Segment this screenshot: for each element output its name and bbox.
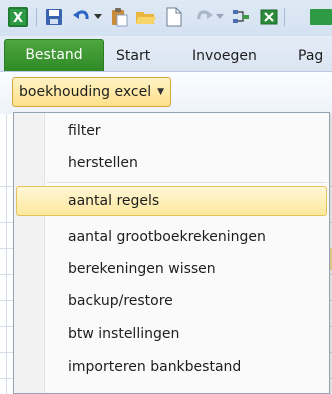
- save-icon[interactable]: [44, 6, 64, 28]
- boekhouding-excel-dropdown-menu: filter herstellen aantal regels aantal g…: [13, 112, 330, 394]
- menu-button-label: boekhouding excel: [19, 84, 152, 100]
- open-folder-icon[interactable]: [134, 6, 158, 28]
- menu-item-aantal-regels[interactable]: aantal regels: [16, 186, 327, 216]
- qat-separator: [284, 8, 285, 26]
- ribbon-tab-bar: Bestand Start Invoegen Pag: [0, 36, 332, 72]
- menu-item-aantal-grootboekrekeningen[interactable]: aantal grootboekrekeningen: [16, 222, 327, 252]
- menu-item-btw-instellingen[interactable]: btw instellingen: [16, 319, 327, 349]
- svg-text:X: X: [13, 11, 23, 26]
- tab-start[interactable]: Start: [116, 41, 150, 71]
- undo-icon[interactable]: [72, 6, 92, 28]
- excel-icon[interactable]: X: [6, 6, 30, 28]
- undo-dropdown-icon[interactable]: [93, 6, 103, 28]
- excel-small-icon[interactable]: [258, 6, 280, 28]
- paste-icon[interactable]: [108, 6, 130, 28]
- menu-item-herstellen[interactable]: herstellen: [16, 148, 327, 178]
- tab-invoegen[interactable]: Invoegen: [192, 41, 257, 71]
- ribbon-body: boekhouding excel ▼: [0, 72, 332, 114]
- excel-green-icon[interactable]: [308, 6, 332, 28]
- boekhouding-excel-menu-button[interactable]: boekhouding excel ▼: [12, 77, 171, 107]
- tab-pagina-indeling[interactable]: Pag: [298, 41, 323, 71]
- tab-bestand[interactable]: Bestand: [4, 39, 104, 71]
- format-icon[interactable]: [230, 6, 252, 28]
- menu-item-backup-restore[interactable]: backup/restore: [16, 286, 327, 316]
- menu-separator: [47, 182, 327, 183]
- menu-item-berekeningen-wissen[interactable]: berekeningen wissen: [16, 254, 327, 284]
- quick-access-toolbar: X: [0, 0, 332, 36]
- qat-separator: [36, 8, 37, 26]
- redo-dropdown-icon[interactable]: [215, 6, 225, 28]
- menu-item-importeren-bankbestand[interactable]: importeren bankbestand: [16, 352, 327, 382]
- redo-icon[interactable]: [194, 6, 214, 28]
- menu-item-filter[interactable]: filter: [16, 116, 327, 146]
- chevron-down-icon: ▼: [157, 87, 164, 97]
- new-document-icon[interactable]: [164, 6, 184, 28]
